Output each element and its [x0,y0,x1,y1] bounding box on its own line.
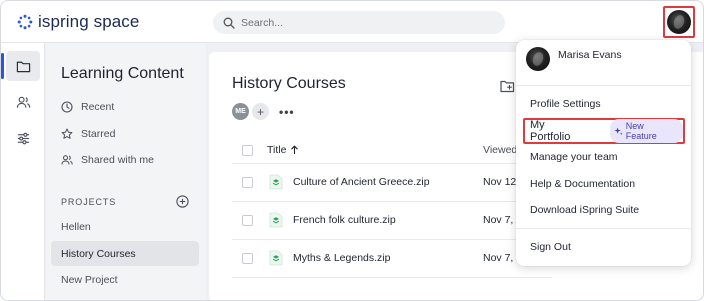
sparkle-icon [614,126,623,135]
page-title: History Courses [232,75,346,92]
file-name: Culture of Ancient Greece.zip [293,176,430,188]
menu-item-profile-settings[interactable]: Profile Settings [530,98,601,110]
shared-users-icon [61,155,73,165]
menu-divider [516,85,691,86]
icon-rail [1,43,45,300]
folder-icon [16,61,30,72]
new-feature-label: New Feature [625,121,657,141]
ispring-logo-icon [17,14,33,30]
menu-item-download-ispring-suite[interactable]: Download iSpring Suite [530,204,639,216]
column-header-viewed[interactable]: Viewed [483,144,517,156]
menu-item-manage-team[interactable]: Manage your team [530,151,618,163]
user-name: Marisa Evans [558,49,622,61]
nav-item-label: Starred [81,128,116,140]
left-navigation: Learning Content Recent Starred Shared w… [46,43,206,300]
menu-item-help-documentation[interactable]: Help & Documentation [530,178,635,190]
nav-item-label: Shared with me [81,154,154,166]
course-file-icon [269,250,283,266]
section-title: Learning Content [61,65,184,82]
logo-text: ispring space [38,12,140,31]
row-divider [232,239,552,240]
nav-item-starred[interactable]: Starred [61,128,115,140]
add-project-icon[interactable] [176,195,189,208]
add-member-button[interactable]: + [252,103,269,120]
file-name: Myths & Legends.zip [293,252,391,264]
project-item-history-courses[interactable]: History Courses [51,241,199,266]
project-label: New Project [61,273,118,286]
my-portfolio-label: My Portfolio [530,119,571,143]
clock-icon [61,101,73,113]
nav-item-recent[interactable]: Recent [61,101,114,113]
file-name: French folk culture.zip [293,214,396,226]
nav-item-shared[interactable]: Shared with me [61,154,154,166]
project-item-hellen[interactable]: Hellen [51,214,199,239]
star-icon [61,128,73,139]
rail-item-settings[interactable] [6,123,40,153]
select-all-checkbox[interactable] [242,144,253,156]
rail-item-users[interactable] [6,87,40,117]
app-window: ispring space Search... Learning Content… [0,0,704,301]
more-options-button[interactable]: ••• [279,105,295,119]
file-viewed-date: Nov 12, [483,176,520,188]
users-icon [16,96,30,108]
project-item-new-project[interactable]: New Project [51,267,199,292]
menu-item-my-portfolio[interactable]: My Portfolio New Feature [523,118,685,144]
row-divider [232,163,552,164]
top-header: ispring space [1,1,703,43]
dropdown-user-info: Marisa Evans [526,47,622,71]
table-header: Title Viewed [242,138,552,162]
new-folder-icon[interactable] [500,79,515,93]
avatar [526,47,550,71]
table-row[interactable]: Myths & Legends.zip Nov 7, 2 [242,243,552,273]
row-checkbox[interactable] [242,252,253,264]
search-bar[interactable] [213,11,505,34]
new-feature-badge: New Feature [609,119,683,143]
row-checkbox[interactable] [242,214,253,226]
projects-heading: PROJECTS [61,197,117,207]
project-label: History Courses [61,247,136,260]
table-row[interactable]: Culture of Ancient Greece.zip Nov 12, [242,167,552,197]
row-checkbox[interactable] [242,176,253,188]
search-icon [223,17,235,29]
course-file-icon [269,212,283,228]
sliders-icon [17,132,29,144]
table-row[interactable]: French folk culture.zip Nov 7, 2 [242,205,552,235]
project-label: Hellen [61,220,91,233]
logo[interactable]: ispring space [17,12,139,32]
members-bar: ME + ••• [232,103,295,120]
menu-divider [516,228,691,229]
course-file-icon [269,174,283,190]
column-header-title[interactable]: Title [267,144,299,156]
menu-item-sign-out[interactable]: Sign Out [530,241,571,253]
column-title-label: Title [267,144,287,156]
member-avatar[interactable]: ME [232,103,249,120]
account-dropdown-menu: Marisa Evans Profile Settings My Portfol… [516,40,691,266]
rail-item-content[interactable] [1,51,40,81]
row-divider [232,277,552,278]
avatar [667,10,691,34]
row-divider [232,201,552,202]
account-avatar-button[interactable] [663,6,695,38]
nav-item-label: Recent [81,101,115,113]
search-input[interactable] [241,16,481,29]
sort-arrow-up-icon [291,145,299,154]
